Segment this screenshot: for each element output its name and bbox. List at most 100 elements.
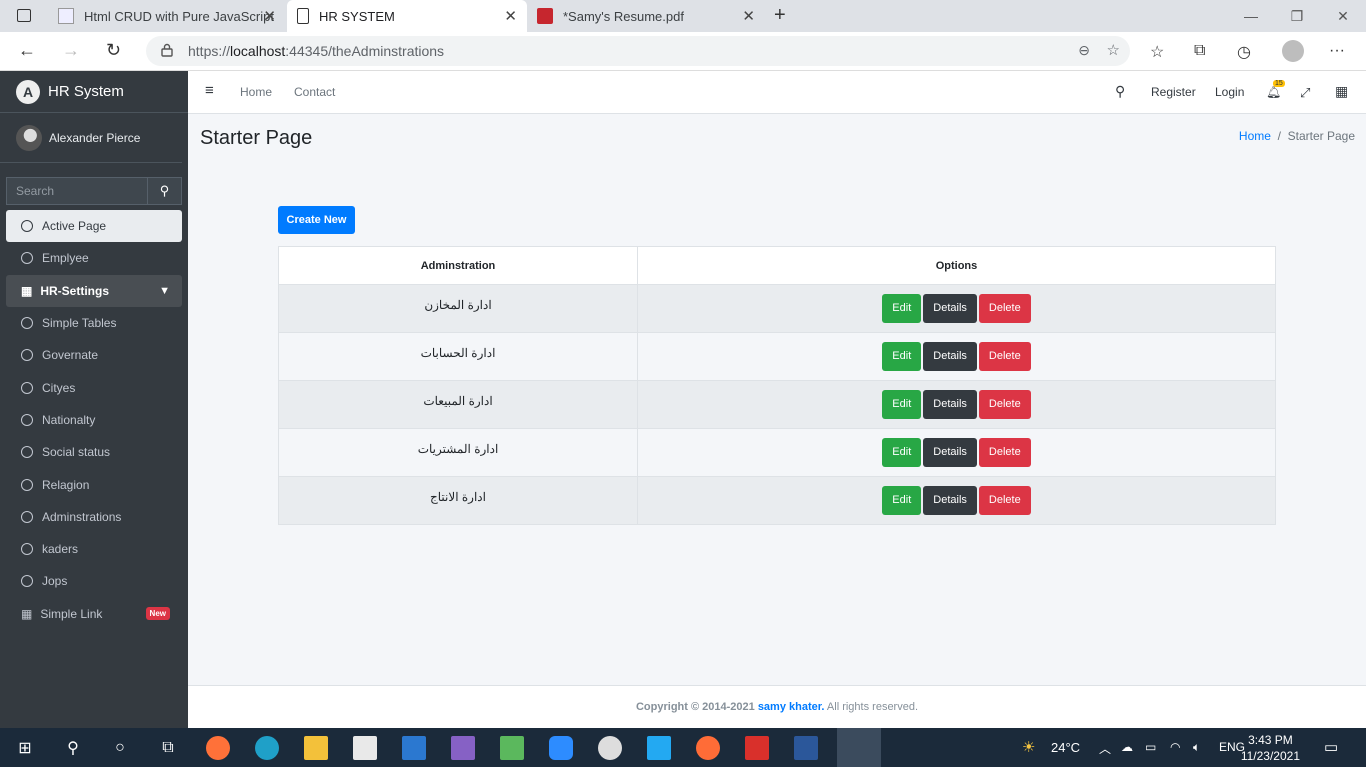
- vscode-icon[interactable]: [647, 736, 671, 760]
- delete-button[interactable]: Delete: [978, 486, 1031, 515]
- edit-button[interactable]: Edit: [882, 438, 922, 467]
- weather-temp[interactable]: 24°C: [1051, 740, 1080, 755]
- profile-avatar[interactable]: [1282, 40, 1304, 62]
- edit-button[interactable]: Edit: [882, 486, 922, 515]
- sidebar-item-kaders[interactable]: kaders: [6, 533, 182, 565]
- battery-icon[interactable]: ▭: [1145, 740, 1156, 754]
- wifi-icon[interactable]: ◠: [1170, 740, 1180, 754]
- sidebar-item-adminstrations[interactable]: Adminstrations: [6, 501, 182, 533]
- edit-button[interactable]: Edit: [882, 294, 922, 323]
- delete-button[interactable]: Delete: [978, 438, 1031, 467]
- breadcrumb-home[interactable]: Home: [1239, 129, 1271, 143]
- page-icon: [58, 8, 74, 24]
- edge-icon[interactable]: [255, 736, 279, 760]
- details-button[interactable]: Details: [923, 342, 977, 371]
- edit-button[interactable]: Edit: [882, 390, 922, 419]
- control-sidebar-icon[interactable]: ▦: [1335, 83, 1348, 100]
- delete-button[interactable]: Delete: [978, 342, 1031, 371]
- zoom-out-icon[interactable]: ⊖: [1078, 42, 1090, 59]
- close-tab-icon[interactable]: ✕: [263, 7, 276, 25]
- delete-button[interactable]: Delete: [978, 390, 1031, 419]
- login-link[interactable]: Login: [1215, 85, 1244, 99]
- tab-html-crud[interactable]: Html CRUD with Pure JavaScript ✕: [48, 0, 286, 32]
- brand-link[interactable]: A HR System: [0, 71, 188, 113]
- notifications-bell-icon[interactable]: 🔔︎ 15: [1266, 80, 1285, 99]
- notification-center-icon[interactable]: ▭: [1324, 738, 1338, 756]
- file-explorer-icon[interactable]: [304, 736, 328, 760]
- visual-studio-icon[interactable]: [451, 736, 475, 760]
- task-view-icon[interactable]: ⧉: [156, 736, 180, 760]
- sidebar-item-emplyee[interactable]: Emplyee: [6, 242, 182, 274]
- refresh-icon[interactable]: ↻: [106, 40, 121, 61]
- table-row: ادارة الحسابات Edit Details Delete: [278, 332, 1276, 381]
- word-icon[interactable]: [794, 736, 818, 760]
- postman-icon[interactable]: [696, 736, 720, 760]
- details-button[interactable]: Details: [923, 390, 977, 419]
- sidebar-item-simple-tables[interactable]: Simple Tables: [6, 307, 182, 339]
- paint-icon[interactable]: [598, 736, 622, 760]
- delete-button[interactable]: Delete: [978, 294, 1031, 323]
- zoom-icon[interactable]: [549, 736, 573, 760]
- sidebar-item-relagion[interactable]: Relagion: [6, 468, 182, 500]
- sidebar-item-hr-settings[interactable]: ▦ HR-Settings ▼: [6, 274, 182, 307]
- sidebar-item-active-page[interactable]: Active Page: [6, 210, 182, 243]
- circle-icon: [21, 478, 33, 491]
- tab-actions-icon[interactable]: [17, 9, 31, 22]
- register-link[interactable]: Register: [1151, 85, 1196, 99]
- weather-icon[interactable]: ☀: [1022, 738, 1035, 756]
- favorites-icon[interactable]: ☆: [1150, 42, 1164, 62]
- search-input[interactable]: [6, 177, 147, 205]
- url-field[interactable]: https://localhost:44345/theAdminstration…: [146, 36, 1130, 66]
- nav-home-link[interactable]: Home: [240, 85, 272, 99]
- create-new-button[interactable]: Create New: [278, 206, 355, 234]
- store-icon[interactable]: [353, 736, 377, 760]
- cloud-icon[interactable]: ☁: [1121, 740, 1133, 754]
- collections-icon[interactable]: ⧉: [1194, 42, 1205, 60]
- copyright-text: Copyright © 2014-2021: [635, 701, 755, 713]
- firefox-icon[interactable]: [206, 736, 230, 760]
- circle-icon: [21, 381, 33, 394]
- mail-icon[interactable]: [402, 736, 426, 760]
- windows-start-icon[interactable]: ⊞: [13, 736, 37, 760]
- user-panel[interactable]: Alexander Pierce: [0, 113, 182, 163]
- close-tab-icon[interactable]: ✕: [742, 7, 755, 25]
- breadcrumb-current: Starter Page: [1287, 129, 1355, 143]
- app-icon[interactable]: [500, 736, 524, 760]
- circle-icon: [21, 252, 33, 265]
- sidebar-item-simple-link[interactable]: ▦ Simple Link New: [6, 598, 182, 630]
- more-icon[interactable]: ···: [1329, 42, 1345, 60]
- cortana-icon[interactable]: ○: [108, 736, 132, 760]
- pdf-reader-icon[interactable]: [745, 736, 769, 760]
- sidebar-item-cityes[interactable]: Cityes: [6, 371, 182, 403]
- forward-icon[interactable]: →: [62, 40, 80, 61]
- search-icon[interactable]: ⚲: [1115, 83, 1125, 100]
- nav-contact-link[interactable]: Contact: [294, 85, 335, 99]
- author-link[interactable]: samy khater.: [758, 701, 825, 713]
- edit-button[interactable]: Edit: [882, 342, 922, 371]
- search-icon[interactable]: ⚲: [61, 736, 85, 760]
- sidebar-item-social-status[interactable]: Social status: [6, 436, 182, 468]
- tray-chevron-icon[interactable]: ︿: [1099, 740, 1111, 757]
- restore-icon[interactable]: ❐: [1274, 0, 1320, 32]
- active-app-icon[interactable]: [837, 728, 881, 767]
- search-button[interactable]: ⚲: [147, 177, 182, 205]
- details-button[interactable]: Details: [923, 294, 977, 323]
- minimize-icon[interactable]: —: [1228, 0, 1274, 32]
- tab-hr-system[interactable]: HR SYSTEM ✕: [287, 0, 527, 32]
- hamburger-icon[interactable]: ≡: [205, 82, 214, 99]
- sidebar-item-governate[interactable]: Governate: [6, 339, 182, 371]
- back-icon[interactable]: ←: [18, 40, 36, 61]
- new-tab-icon[interactable]: +: [774, 4, 786, 27]
- details-button[interactable]: Details: [923, 438, 977, 467]
- close-window-icon[interactable]: ✕: [1320, 0, 1366, 32]
- sidebar-item-nationalty[interactable]: Nationalty: [6, 404, 182, 436]
- history-icon[interactable]: ◷: [1237, 42, 1251, 62]
- sidebar-item-jops[interactable]: Jops: [6, 565, 182, 597]
- fullscreen-icon[interactable]: ⤢: [1300, 85, 1310, 101]
- close-tab-icon[interactable]: ✕: [504, 7, 517, 25]
- details-button[interactable]: Details: [923, 486, 977, 515]
- tab-resume-pdf[interactable]: *Samy's Resume.pdf ✕: [527, 0, 765, 32]
- volume-icon[interactable]: 🔈︎: [1193, 740, 1200, 755]
- clock[interactable]: 3:43 PM 11/23/2021: [1241, 732, 1300, 764]
- add-favorite-icon[interactable]: ☆: [1107, 41, 1120, 59]
